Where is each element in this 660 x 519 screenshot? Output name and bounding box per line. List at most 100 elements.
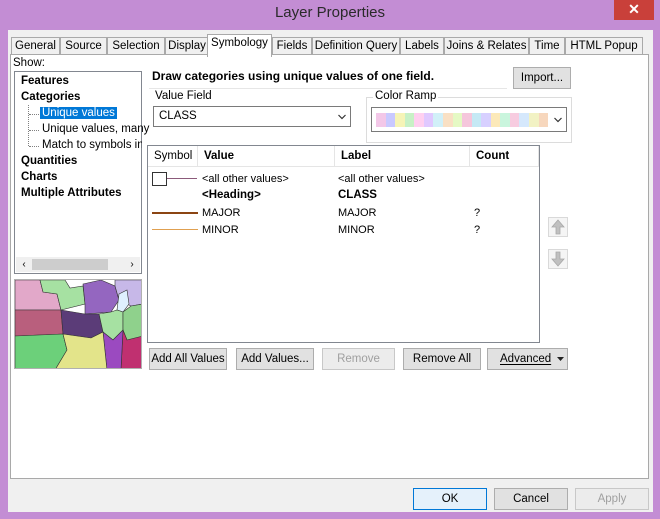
table-row[interactable]: MAJOR MAJOR ? <box>148 204 539 221</box>
tab-fields[interactable]: Fields <box>272 37 312 55</box>
row-value: MAJOR <box>202 207 241 219</box>
value-field-select[interactable]: CLASS <box>153 106 351 127</box>
tree-multiple-attributes[interactable]: Multiple Attributes <box>21 187 122 199</box>
tree-charts[interactable]: Charts <box>21 171 57 183</box>
move-up-button[interactable] <box>548 217 568 237</box>
tab-time[interactable]: Time <box>529 37 565 55</box>
symbol-box <box>152 172 167 186</box>
color-ramp-stop <box>500 113 510 127</box>
color-ramp-stop <box>395 113 405 127</box>
map-preview <box>14 279 142 369</box>
window-title: Layer Properties <box>274 4 386 21</box>
row-label: <all other values> <box>338 173 425 185</box>
tree-categories[interactable]: Categories <box>21 91 80 103</box>
tree-unique-values-many[interactable]: Unique values, many <box>42 123 149 135</box>
add-all-values-button[interactable]: Add All Values <box>149 348 227 370</box>
chevron-down-icon <box>338 114 346 119</box>
tree-unique-values[interactable]: Unique values <box>40 107 117 119</box>
show-tree[interactable]: Features Categories Unique values Unique… <box>14 71 149 274</box>
color-ramp-stop <box>442 113 453 127</box>
tab-symbology[interactable]: Symbology <box>207 34 272 57</box>
arrow-up-icon <box>551 219 565 235</box>
color-ramp-stop <box>490 113 501 127</box>
tab-definition-query[interactable]: Definition Query <box>312 37 400 55</box>
ok-button[interactable]: OK <box>413 488 487 510</box>
row-count: ? <box>474 207 481 219</box>
dialog-client: General Source Selection Display Symbolo… <box>8 30 653 512</box>
color-ramp-stop <box>433 113 443 127</box>
tab-display[interactable]: Display <box>165 37 209 55</box>
table-row[interactable]: MINOR MINOR ? <box>148 221 539 238</box>
add-values-button[interactable]: Add Values... <box>236 348 314 370</box>
tree-features[interactable]: Features <box>21 75 69 87</box>
tree-connector <box>29 130 39 131</box>
color-ramp-stop <box>376 113 386 127</box>
scroll-right-arrow[interactable]: › <box>126 258 138 271</box>
table-row[interactable]: <Heading> CLASS <box>148 187 539 204</box>
color-ramp-stop <box>538 113 549 127</box>
table-header: Symbol Value Label Count <box>148 146 539 167</box>
symbol-line <box>167 178 197 179</box>
color-ramp-stop <box>414 113 424 127</box>
row-label: MAJOR <box>338 207 377 219</box>
scroll-thumb[interactable] <box>32 259 108 270</box>
advanced-label: Advanced <box>500 353 552 365</box>
apply-button[interactable]: Apply <box>575 488 649 510</box>
remove-all-button[interactable]: Remove All <box>403 348 481 370</box>
table-row[interactable]: <all other values> <all other values> <box>148 170 539 187</box>
values-table[interactable]: Symbol Value Label Count <all other valu… <box>147 145 540 343</box>
col-value[interactable]: Value <box>198 146 335 166</box>
symbology-panel: Show: Features Categories Unique values … <box>10 54 649 479</box>
col-symbol[interactable]: Symbol <box>148 146 198 166</box>
color-ramp-stop <box>462 113 472 127</box>
tab-labels[interactable]: Labels <box>400 37 444 55</box>
color-ramp-stop <box>509 113 520 127</box>
tree-connector <box>28 105 30 146</box>
dropdown-arrow-icon <box>557 357 564 361</box>
import-button[interactable]: Import... <box>513 67 571 89</box>
color-ramp-stop <box>519 113 529 127</box>
tab-selection[interactable]: Selection <box>107 37 165 55</box>
show-label: Show: <box>13 57 45 69</box>
col-label[interactable]: Label <box>335 146 470 166</box>
color-ramp-group: Color Ramp <box>366 90 572 143</box>
remove-button[interactable]: Remove <box>322 348 395 370</box>
color-ramp-stop <box>452 113 463 127</box>
row-count: ? <box>474 224 481 236</box>
tab-general[interactable]: General <box>11 37 60 55</box>
description-underline <box>149 88 507 89</box>
color-ramp-stop <box>404 113 415 127</box>
row-value: MINOR <box>202 224 239 236</box>
close-button[interactable]: ✕ <box>614 0 654 20</box>
tree-quantities[interactable]: Quantities <box>21 155 77 167</box>
color-ramp-stop <box>481 113 491 127</box>
renderer-description: Draw categories using unique values of o… <box>152 69 435 83</box>
scroll-left-arrow[interactable]: ‹ <box>18 258 30 271</box>
color-ramp-stop <box>385 113 396 127</box>
tab-source[interactable]: Source <box>60 37 107 55</box>
row-value: <all other values> <box>202 173 289 185</box>
col-count[interactable]: Count <box>470 146 539 166</box>
color-ramp-label: Color Ramp <box>373 90 439 102</box>
row-label: MINOR <box>338 224 375 236</box>
color-ramp-select[interactable] <box>371 107 567 132</box>
color-ramp-stop <box>529 113 539 127</box>
cancel-button[interactable]: Cancel <box>494 488 568 510</box>
tab-joins-relates[interactable]: Joins & Relates <box>444 37 529 55</box>
row-label: CLASS <box>338 189 377 201</box>
arrow-down-icon <box>551 251 565 267</box>
tree-connector <box>29 114 39 115</box>
color-ramp-swatch <box>376 113 549 127</box>
move-down-button[interactable] <box>548 249 568 269</box>
tab-html-popup[interactable]: HTML Popup <box>565 37 643 55</box>
tree-horizontal-scrollbar[interactable]: ‹ › <box>16 257 140 272</box>
tree-connector <box>29 146 39 147</box>
row-value: <Heading> <box>202 189 261 201</box>
tree-match-symbols[interactable]: Match to symbols in a <box>42 139 142 151</box>
color-ramp-stop <box>423 113 434 127</box>
value-field-value: CLASS <box>159 110 197 122</box>
value-field-label: Value Field <box>155 90 212 102</box>
advanced-button[interactable]: Advanced <box>487 348 568 370</box>
value-field-group: Value Field CLASS <box>149 90 357 132</box>
symbol-line <box>152 212 198 214</box>
